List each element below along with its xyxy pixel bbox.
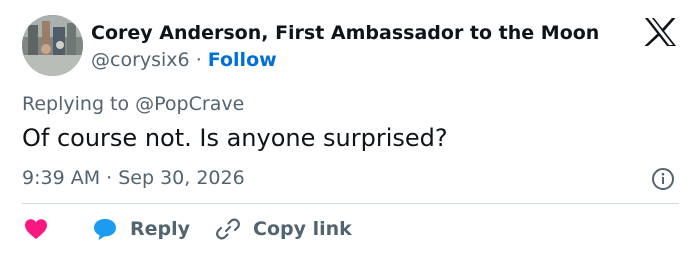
handle-line: @corysix6 · Follow [91,47,599,73]
follow-button[interactable]: Follow [208,49,277,71]
author-block: Corey Anderson, First Ambassador to the … [91,20,599,73]
replying-to[interactable]: Replying to @PopCrave [22,91,244,117]
avatar-image [22,15,83,76]
copy-link-button[interactable]: Copy link [215,214,352,244]
avatar[interactable] [22,15,83,76]
heart-icon [24,218,48,240]
author-name[interactable]: Corey Anderson, First Ambassador to the … [91,20,599,46]
like-button[interactable] [24,214,48,244]
info-icon[interactable] [651,167,675,191]
author-handle[interactable]: @corysix6 [91,49,190,71]
reply-button[interactable]: Reply [92,214,190,244]
x-logo-icon[interactable] [644,17,677,47]
tweet-text: Of course not. Is anyone surprised? [22,124,448,152]
reply-bubble-icon [92,217,118,241]
timestamp[interactable]: 9:39 AM · Sep 30, 2026 [22,165,245,191]
link-icon [215,216,241,242]
handle-separator: · [195,49,202,71]
reply-label: Reply [130,218,191,240]
divider [22,203,679,204]
copy-link-label: Copy link [253,218,352,240]
